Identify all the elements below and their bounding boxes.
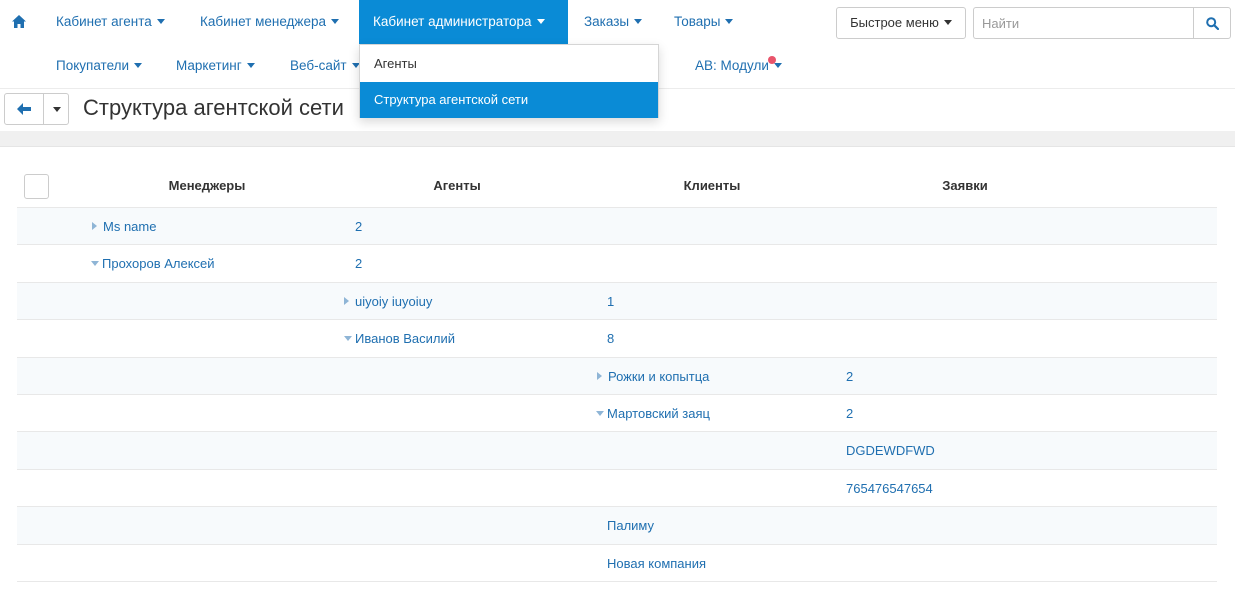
home-icon [12,15,26,28]
dropdown-item-agent-network[interactable]: Структура агентской сети [360,82,658,118]
expand-icon [597,371,602,380]
column-header-agents: Агенты [433,178,481,193]
nav-marketing[interactable]: Маркетинг [162,44,269,88]
table-row: uiyoiy iuyoiuy 1 [17,282,1217,321]
nav-orders[interactable]: Заказы [570,0,656,44]
orders-count[interactable]: 2 [846,358,853,395]
nav-customers[interactable]: Покупатели [42,44,156,88]
chevron-down-icon [773,62,782,68]
clients-count[interactable]: 8 [607,320,614,357]
manager-name: Прохоров Алексей [102,256,215,272]
nav-admin-cabinet[interactable]: Кабинет администратора [359,0,568,44]
manager-link[interactable]: Прохоров Алексей [91,245,215,282]
column-header-clients: Клиенты [683,178,741,193]
search-icon [1206,17,1219,30]
client-link[interactable]: Мартовский заяц [596,395,710,432]
nav-agent-cabinet-label: Кабинет агента [56,14,152,29]
table-row: Палиму [17,507,1217,545]
agent-link[interactable]: Иванов Василий [344,320,455,357]
client-link[interactable]: Палиму [607,507,654,544]
nav-ab-modules-label: АВ: Модули [695,58,769,73]
chevron-down-icon [246,62,255,68]
dropdown-item-agents[interactable]: Агенты [360,46,658,82]
home-button[interactable] [0,0,38,44]
table-row: Новая компания [17,545,1217,582]
table-row: Прохоров Алексей 2 [17,245,1217,283]
table-row: Мартовский заяц 2 [17,395,1217,433]
column-header-managers: Менеджеры [168,178,246,193]
chevron-down-icon [53,107,61,112]
nav-products[interactable]: Товары [660,0,747,44]
client-name: Рожки и копытца [608,368,710,384]
chevron-down-icon [725,18,734,24]
client-link[interactable]: Новая компания [607,545,706,582]
manager-name: Ms name [103,219,157,234]
quick-menu-button[interactable]: Быстрое меню [836,7,966,39]
expand-icon [344,296,349,305]
chevron-down-icon [156,18,165,24]
expand-icon [92,222,97,231]
clients-count[interactable]: 1 [607,283,614,320]
chevron-down-icon [134,62,143,68]
nav-products-label: Товары [674,14,721,29]
page-title: Структура агентской сети [83,95,344,120]
nav-manager-cabinet-label: Кабинет менеджера [200,14,326,29]
order-link[interactable]: 765476547654 [846,470,933,507]
collapse-icon [91,260,99,266]
agent-name: uiyoiy iuyoiuy [355,293,433,309]
collapse-icon [596,410,604,416]
table-row: Иванов Василий 8 [17,320,1217,358]
agent-network-table: Менеджеры Агенты Клиенты Заявки Ms name … [17,164,1217,582]
nav-ab-modules[interactable]: АВ: Модули [681,44,796,88]
table-row: Рожки и копытца 2 [17,357,1217,395]
table-header: Менеджеры Агенты Клиенты Заявки [17,164,1217,208]
chevron-down-icon [330,18,339,24]
order-link[interactable]: DGDEWDFWD [846,432,935,469]
agents-count[interactable]: 2 [355,208,362,245]
search-button[interactable] [1193,7,1231,39]
admin-cabinet-dropdown: Агенты Структура агентской сети [359,44,659,118]
column-header-orders: Заявки [942,178,988,193]
nav-website-label: Веб-сайт [290,58,347,73]
nav-orders-label: Заказы [584,14,630,29]
nav-marketing-label: Маркетинг [176,58,242,73]
client-link[interactable]: Рожки и копытца [597,358,709,395]
nav-admin-cabinet-label: Кабинет администратора [373,14,532,29]
notification-dot [768,56,776,64]
table-row: Ms name 2 [17,208,1217,246]
nav-customers-label: Покупатели [56,58,130,73]
nav-manager-cabinet[interactable]: Кабинет менеджера [186,0,353,44]
quick-menu-label: Быстрое меню [850,15,939,30]
agent-link[interactable]: uiyoiy iuyoiuy [344,283,432,320]
chevron-down-icon [536,18,545,24]
back-button[interactable] [4,93,44,125]
table-row: 765476547654 [17,470,1217,508]
back-menu-toggle[interactable] [43,93,69,125]
arrow-left-icon [17,103,31,115]
select-all-checkbox[interactable] [24,174,49,199]
agent-name: Иванов Василий [355,331,456,347]
chevron-down-icon [943,20,952,26]
agents-count[interactable]: 2 [355,245,362,282]
content-separator [0,131,1235,147]
orders-count[interactable]: 2 [846,395,853,432]
client-name: Мартовский заяц [607,405,710,421]
table-row: DGDEWDFWD [17,432,1217,470]
collapse-icon [344,335,352,341]
manager-link[interactable]: Ms name [92,208,156,245]
nav-agent-cabinet[interactable]: Кабинет агента [42,0,179,44]
chevron-down-icon [634,18,643,24]
search-input[interactable] [973,7,1194,39]
